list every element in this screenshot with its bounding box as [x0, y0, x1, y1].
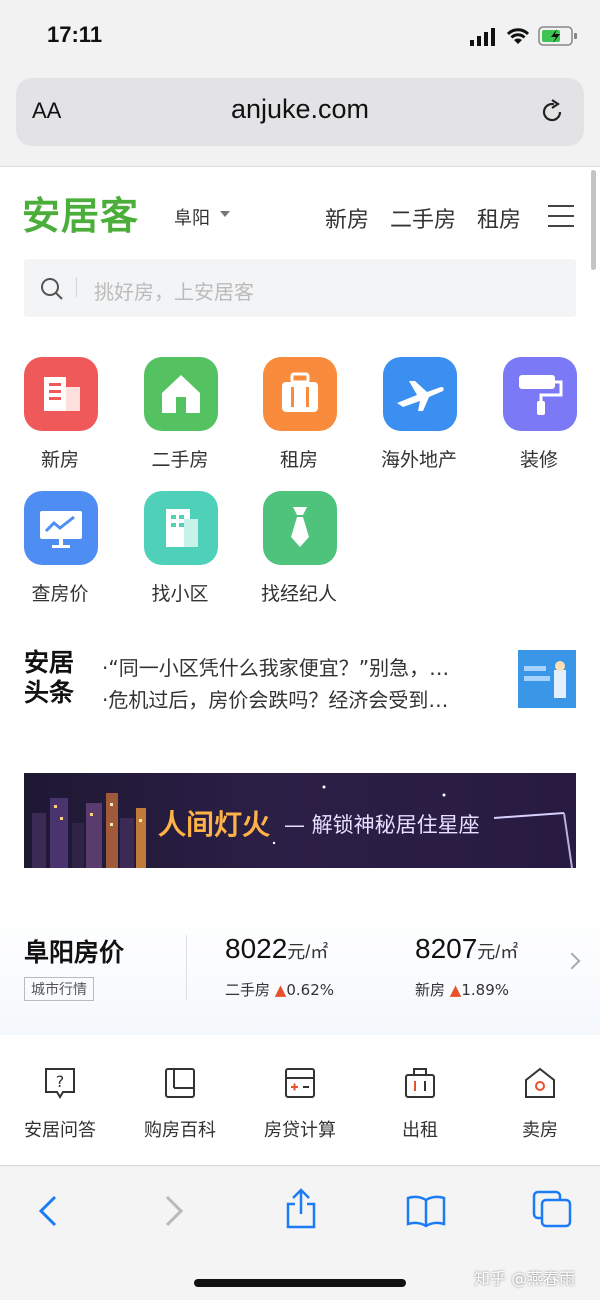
svg-text:?: ? — [56, 1072, 65, 1091]
watermark-text: 知乎 @燕春雨 — [474, 1269, 576, 1288]
hamburger-menu-icon[interactable] — [548, 205, 574, 227]
price-value: 8022 — [225, 933, 288, 964]
search-icon — [41, 278, 63, 300]
url-text[interactable]: anjuke.com — [16, 94, 584, 125]
change-value: 1.89% — [461, 981, 509, 999]
category-label: 查房价 — [31, 583, 89, 605]
nav-second-hand[interactable]: 二手房 — [390, 202, 456, 234]
new-house-price: 8207元/㎡ — [415, 933, 518, 965]
share-icon[interactable] — [284, 1188, 318, 1230]
caret-down-icon[interactable] — [220, 211, 230, 217]
tabs-icon[interactable] — [532, 1190, 572, 1228]
category-label: 找经纪人 — [260, 583, 337, 605]
news-logo-line2: 头条 — [24, 678, 75, 707]
search-box[interactable]: 挑好房，上安居客 — [24, 259, 576, 317]
address-bar[interactable]: AA anjuke.com — [16, 78, 584, 146]
category-decoration[interactable] — [503, 357, 577, 431]
nav-rent[interactable]: 租房 — [477, 202, 521, 234]
tool-loan-calculator[interactable]: 房贷计算 — [240, 1036, 360, 1164]
tool-label: 出租 — [402, 1120, 438, 1141]
clock-time: 17:11 — [47, 22, 103, 47]
page-scrollbar[interactable] — [591, 170, 596, 270]
tool-encyclopedia[interactable]: 购房百科 — [120, 1036, 240, 1164]
arrow-up-icon: ▲ — [449, 981, 462, 999]
city-selector[interactable]: 阜阳 — [174, 204, 210, 230]
calculator-icon — [285, 1068, 315, 1098]
category-label: 新房 — [40, 449, 79, 471]
question-icon: ? — [45, 1068, 75, 1099]
promo-banner[interactable]: 人间灯火 — 解锁神秘居住星座 — [24, 773, 576, 868]
signal-icon — [470, 28, 495, 46]
category-check-price[interactable] — [24, 491, 98, 565]
news-headline[interactable]: ·“同一小区凭什么我家便宜？”别急，… — [102, 652, 494, 681]
status-bar: 17:11 — [0, 0, 600, 70]
price-label: 新房 — [415, 981, 446, 999]
category-label: 租房 — [279, 449, 318, 471]
category-label: 找小区 — [151, 583, 209, 605]
tools-row: ? 安居问答 购房百科 房贷计算 出租 卖房 — [0, 1036, 600, 1164]
reload-icon[interactable] — [538, 98, 566, 126]
search-divider — [76, 277, 77, 297]
bookmarks-icon[interactable] — [406, 1194, 446, 1228]
search-placeholder: 挑好房，上安居客 — [94, 280, 254, 304]
news-thumbnail[interactable] — [518, 650, 576, 708]
category-label: 海外地产 — [380, 449, 457, 471]
second-hand-price: 8022元/㎡ — [225, 933, 328, 965]
anju-headlines-logo[interactable]: 安居 头条 — [24, 648, 74, 708]
battery-charging-icon — [538, 26, 577, 46]
price-unit: 元/㎡ — [477, 942, 519, 962]
price-title: 阜阳房价 — [24, 938, 125, 967]
browser-toolbar: 知乎 @燕春雨 — [0, 1165, 600, 1300]
tool-label: 安居问答 — [24, 1120, 96, 1141]
new-house-change: 新房 ▲1.89% — [415, 979, 509, 1000]
price-chart-icon — [24, 491, 98, 565]
category-overseas[interactable] — [383, 357, 457, 431]
banner-title: 人间灯火 — [158, 808, 271, 841]
category-label: 二手房 — [151, 449, 209, 471]
airplane-icon — [383, 357, 457, 431]
tool-rent-out[interactable]: 出租 — [360, 1036, 480, 1164]
browser-address-area: AA anjuke.com — [0, 70, 600, 167]
price-unit: 元/㎡ — [287, 942, 329, 962]
forward-icon[interactable] — [162, 1194, 186, 1228]
house-icon — [144, 357, 218, 431]
tool-qa[interactable]: ? 安居问答 — [0, 1036, 120, 1164]
back-icon[interactable] — [36, 1194, 60, 1228]
suitcase-icon — [263, 357, 337, 431]
anjuke-logo[interactable]: 安居客 — [22, 185, 139, 240]
tool-label: 房贷计算 — [264, 1120, 336, 1141]
home-indicator[interactable] — [194, 1279, 406, 1287]
category-rent[interactable] — [263, 357, 337, 431]
price-panel[interactable]: 阜阳房价 城市行情 8022元/㎡ 二手房 ▲0.62% 8207元/㎡ 新房 … — [0, 905, 600, 1035]
second-hand-change: 二手房 ▲0.62% — [225, 979, 334, 1000]
price-value: 8207 — [415, 933, 478, 964]
nav-new-house[interactable]: 新房 — [325, 202, 369, 234]
city-market-tag: 城市行情 — [24, 977, 94, 1001]
paint-roller-icon — [503, 357, 577, 431]
category-label: 装修 — [519, 449, 558, 471]
banner-subtitle: — 解锁神秘居住星座 — [284, 813, 480, 837]
category-find-community[interactable] — [144, 491, 218, 565]
tool-label: 购房百科 — [144, 1120, 216, 1141]
divider — [186, 935, 187, 1001]
sell-house-icon — [525, 1067, 555, 1098]
tool-sell-house[interactable]: 卖房 — [480, 1036, 600, 1164]
tool-label: 卖房 — [522, 1120, 558, 1141]
category-find-agent[interactable] — [263, 491, 337, 565]
agent-tie-icon — [263, 491, 337, 565]
change-value: 0.62% — [286, 981, 334, 999]
category-second-hand[interactable] — [144, 357, 218, 431]
book-icon — [165, 1068, 195, 1098]
community-icon — [144, 491, 218, 565]
news-logo-line1: 安居 — [24, 648, 75, 677]
building-icon — [24, 357, 98, 431]
price-label: 二手房 — [225, 981, 271, 999]
arrow-up-icon: ▲ — [274, 981, 287, 999]
wifi-icon — [506, 28, 530, 44]
category-new-house[interactable] — [24, 357, 98, 431]
rent-bag-icon — [405, 1068, 435, 1098]
news-headline[interactable]: ·危机过后，房价会跌吗？经济会受到… — [102, 684, 494, 713]
